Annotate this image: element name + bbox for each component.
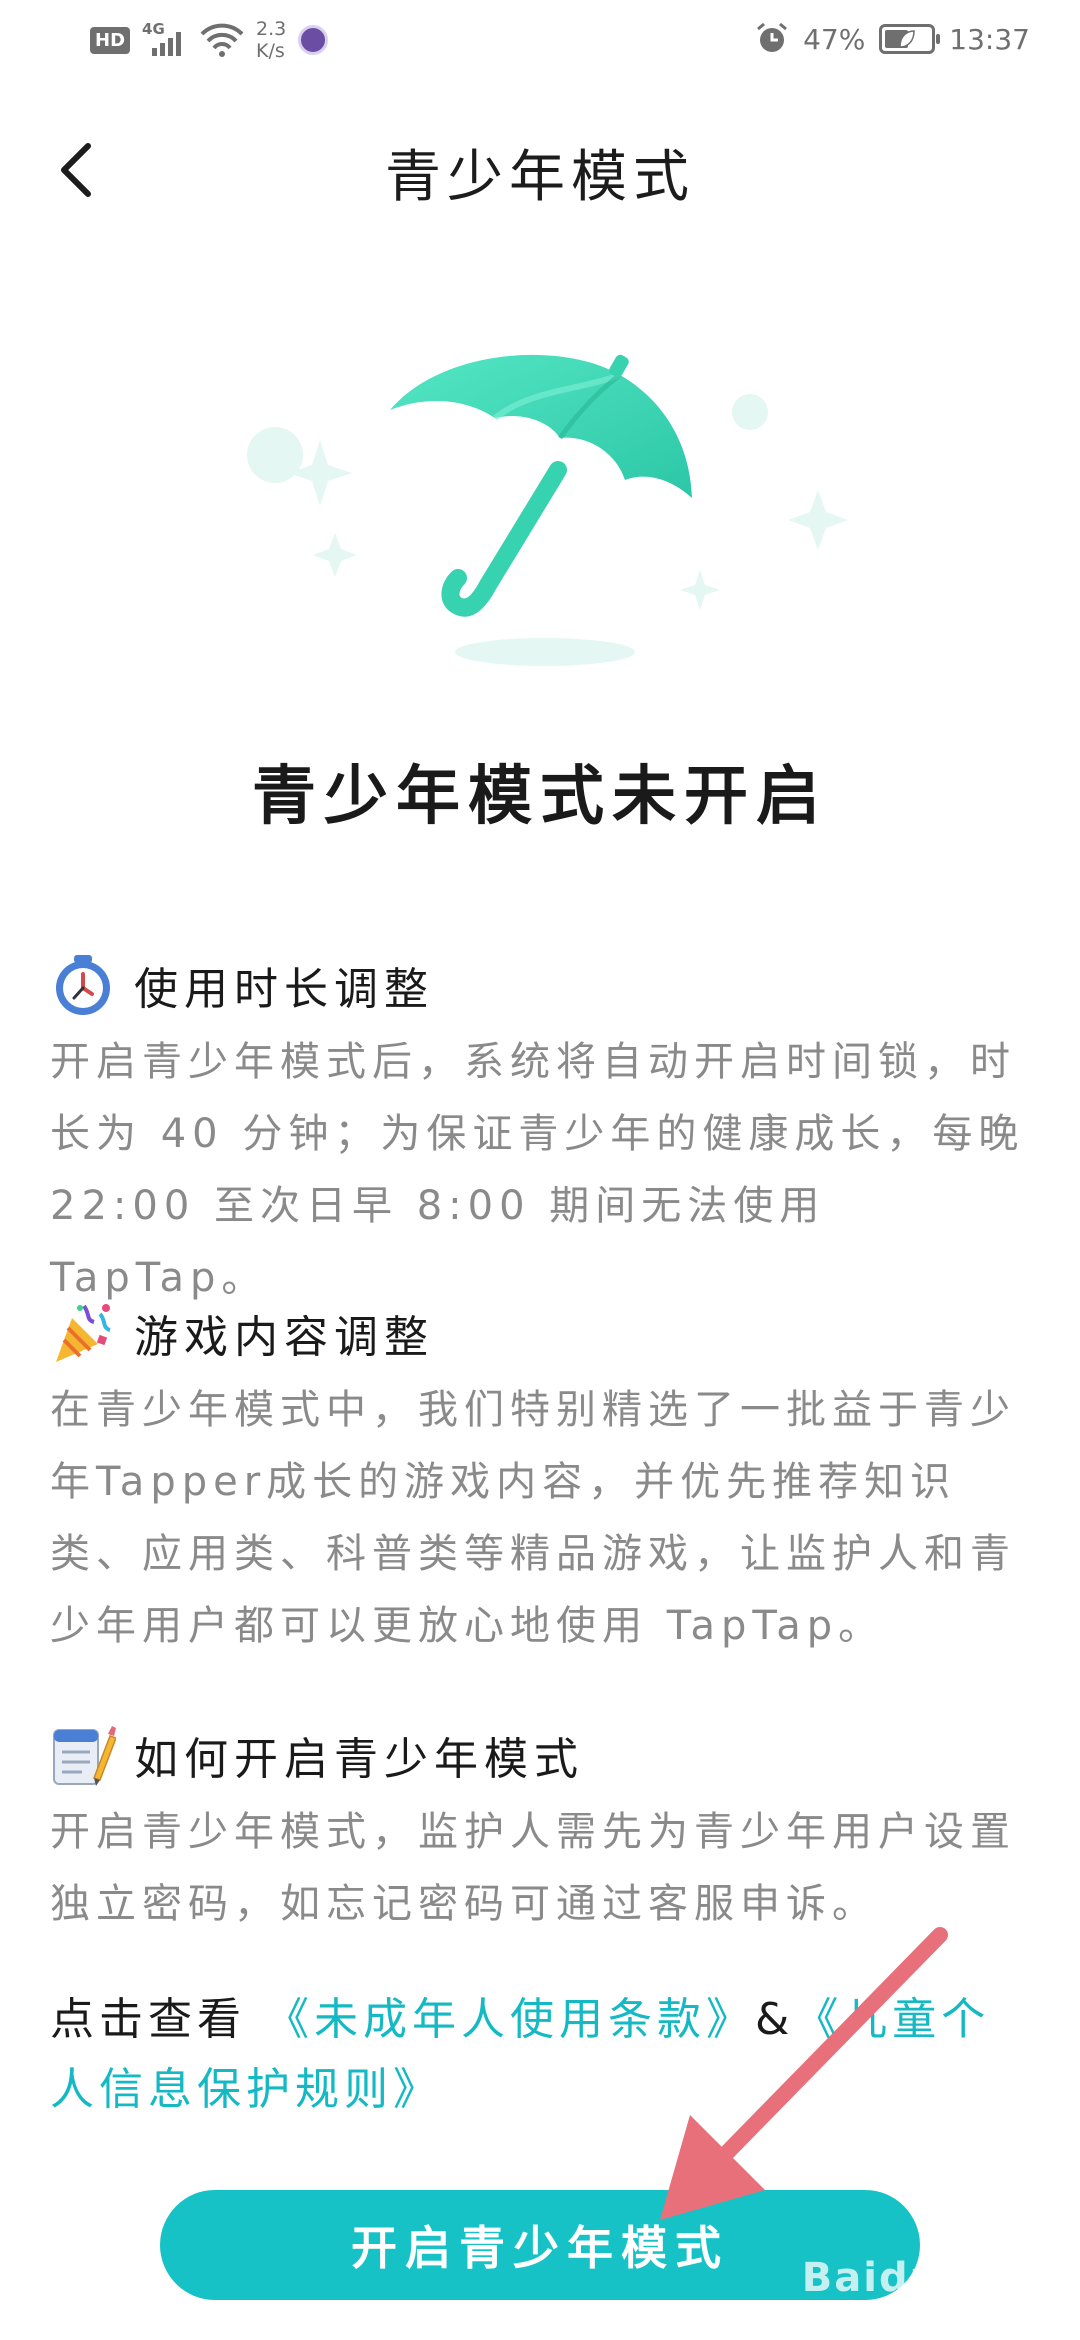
watermark-url: jingyan.baidu.com: [839, 2305, 1040, 2326]
status-bar-left: HD 4G 2.3 K/s: [90, 18, 329, 62]
section-body: 开启青少年模式，监护人需先为青少年用户设置独立密码，如忘记密码可通过客服申诉。: [50, 1809, 1016, 1927]
app-notification-icon: [298, 25, 329, 55]
section-title: 如何开启青少年模式: [134, 1734, 584, 1785]
section-game-content: 游戏内容调整 在青少年模式中，我们特别精选了一批益于青少年Tapper成长的游戏…: [50, 1298, 1040, 1662]
alarm-icon: [757, 22, 788, 52]
page-title: 青少年模式: [385, 145, 695, 210]
nav-header: 青少年模式: [0, 110, 1080, 230]
section-title: 使用时长调整: [134, 964, 434, 1015]
speed-value: 2.3: [256, 18, 287, 40]
section-how-to-enable: 如何开启青少年模式 开启青少年模式，监护人需先为青少年用户设置独立密码，如忘记密…: [50, 1720, 1040, 1940]
terms-connector: &: [755, 1994, 795, 2045]
notepad-pencil-icon: [53, 1726, 116, 1786]
teen-mode-status: 青少年模式未开启: [252, 760, 828, 834]
section-usage-time: 使用时长调整 开启青少年模式后，系统将自动开启时间锁，时长为 40 分钟；为保证…: [50, 950, 1040, 1314]
watermark-brand: Baidu 经验: [801, 2255, 1040, 2301]
terms-prefix: 点击查看: [50, 1994, 246, 2045]
hd-badge: HD: [90, 26, 131, 54]
baidu-watermark: Baidu 经验 jingyan.baidu.com: [802, 2245, 1040, 2326]
battery-icon: [879, 24, 941, 54]
teen-mode-screen: HD 4G 2.3 K/s 47% 13:37 青少年模式 青少年模式未开启 使…: [0, 0, 1080, 2340]
speed-unit: K/s: [256, 40, 285, 62]
umbrella-icon: [247, 354, 848, 666]
alarm-clock-icon: [56, 955, 110, 1015]
terms-links: 点击查看 《未成年人使用条款》&《儿童个人信息保护规则》: [50, 1985, 1030, 2125]
umbrella-illustration: [230, 350, 850, 680]
battery-percent: 47%: [803, 22, 866, 56]
cellular-signal-icon: 4G: [142, 20, 188, 60]
status-bar: HD 4G 2.3 K/s 47% 13:37: [0, 0, 1080, 90]
section-title: 游戏内容调整: [134, 1312, 434, 1363]
section-body: 开启青少年模式后，系统将自动开启时间锁，时长为 40 分钟；为保证青少年的健康成…: [50, 1039, 1025, 1301]
minor-terms-link[interactable]: 《未成年人使用条款》: [265, 1994, 755, 2045]
section-body: 在青少年模式中，我们特别精选了一批益于青少年Tapper成长的游戏内容，并优先推…: [50, 1387, 1016, 1649]
party-popper-icon: [56, 1304, 111, 1362]
clock-time: 13:37: [949, 22, 1030, 56]
eco-leaf-icon: [899, 30, 916, 48]
status-bar-right: 47% 13:37: [755, 22, 1030, 56]
network-speed: 2.3 K/s: [256, 18, 286, 62]
wifi-icon: [200, 23, 244, 57]
